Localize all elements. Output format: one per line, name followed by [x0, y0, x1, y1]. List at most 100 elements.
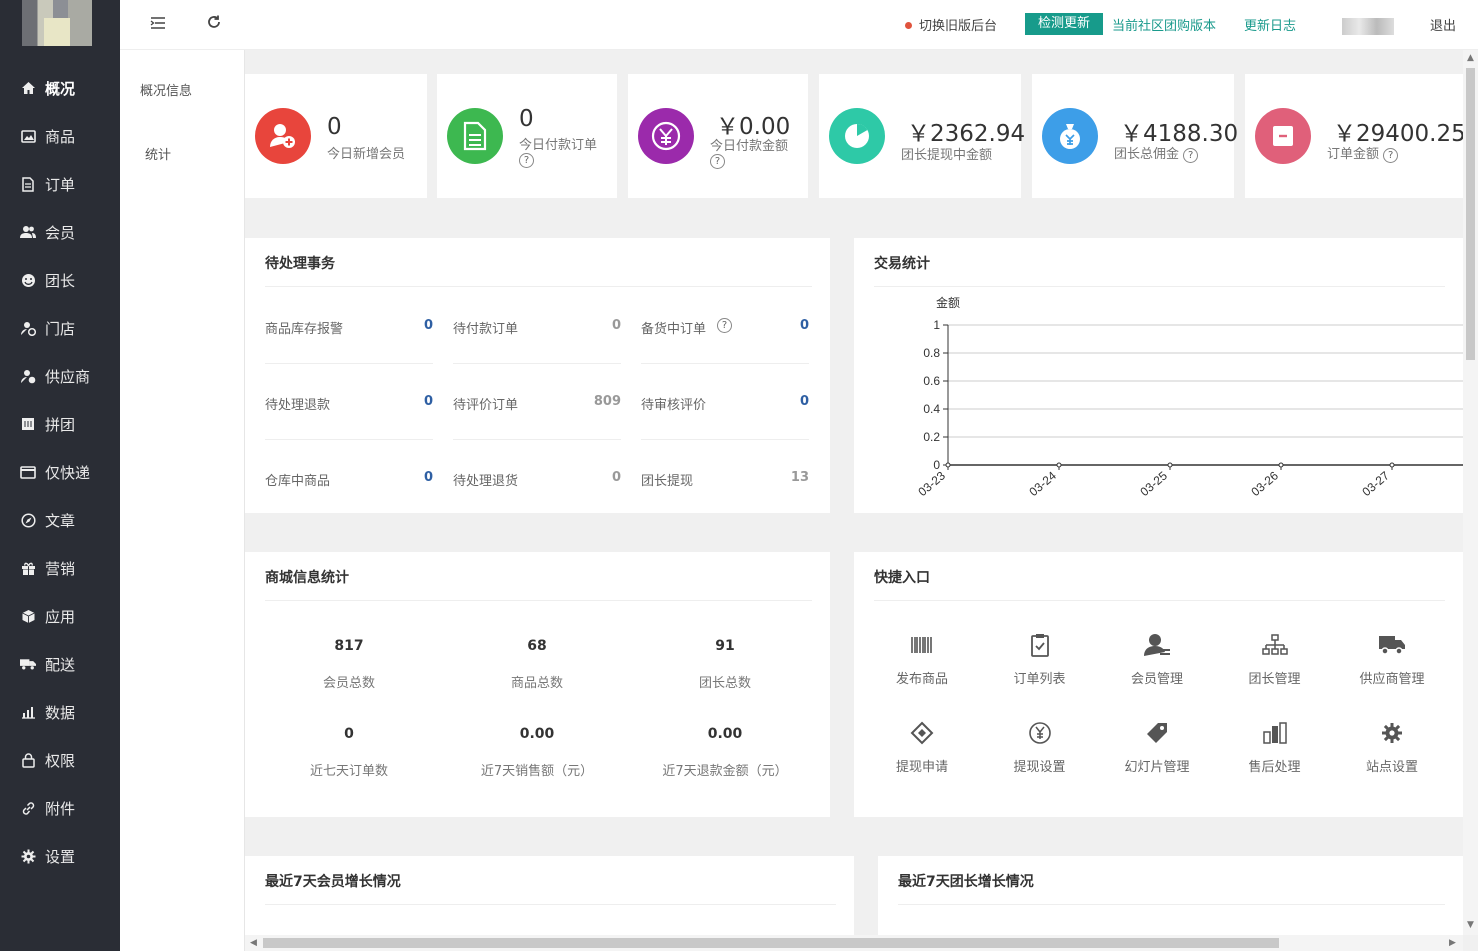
horizontal-scroll-thumb[interactable] — [263, 938, 1279, 948]
stat-card-new-members[interactable]: 0 今日新增会员 — [245, 74, 427, 198]
sidebar-item-12[interactable]: 配送 — [0, 640, 120, 688]
username-blurred — [1342, 18, 1394, 35]
scroll-left-icon[interactable]: ◀ — [250, 938, 257, 948]
sidebar-item-11[interactable]: 应用 — [0, 592, 120, 640]
panel-title: 商城信息统计 — [265, 570, 349, 586]
check-update-button[interactable]: 检测更新 — [1025, 13, 1103, 35]
todo-item[interactable]: 备货中订单? 0 — [641, 288, 809, 364]
y-tick-label: 0.4 — [923, 402, 940, 416]
cube-icon — [20, 608, 36, 624]
refresh-icon[interactable] — [206, 14, 222, 35]
stat-card-paid-amount[interactable]: ￥0.00 今日付款金额 ? — [628, 74, 808, 198]
sidebar-item-1[interactable]: 商品 — [0, 112, 120, 160]
menu-toggle-icon[interactable] — [150, 14, 166, 35]
todo-item[interactable]: 待处理退货 0 — [453, 440, 621, 516]
scroll-down-icon[interactable]: ▼ — [1467, 920, 1474, 930]
vertical-scroll-thumb[interactable] — [1466, 68, 1475, 360]
sidebar-item-9[interactable]: 文章 — [0, 496, 120, 544]
clipboard-check-icon — [981, 632, 1099, 658]
subnav-item-overview[interactable]: 概况信息 — [140, 80, 192, 99]
leader-growth-panel: 最近7天团长增长情况 — [878, 856, 1463, 936]
scroll-up-icon[interactable]: ▲ — [1467, 53, 1474, 63]
data-point — [1167, 462, 1173, 468]
info-value: 817 — [334, 638, 364, 654]
link-icon — [20, 800, 36, 816]
sidebar-item-14[interactable]: 权限 — [0, 736, 120, 784]
quick-entry-label: 售后处理 — [1248, 760, 1301, 775]
users-icon — [20, 224, 36, 240]
add-user-icon — [255, 108, 311, 164]
todo-value: 0 — [799, 318, 809, 333]
info-label: 商品总数 — [510, 676, 563, 691]
quick-entry[interactable]: 幻灯片管理 — [1098, 720, 1216, 775]
help-icon[interactable]: ? — [1383, 148, 1399, 163]
vertical-scrollbar[interactable]: ▲ ▼ — [1463, 50, 1478, 935]
compass-icon — [20, 512, 36, 528]
info-value: 68 — [527, 638, 547, 654]
sidebar-item-15[interactable]: 附件 — [0, 784, 120, 832]
stat-label: 今日新增会员 — [327, 147, 406, 162]
stat-card-commission[interactable]: ￥4188.30 团长总佣金 ? — [1032, 74, 1238, 198]
sidebar-item-4[interactable]: 团长 — [0, 256, 120, 304]
sidebar-item-10[interactable]: 营销 — [0, 544, 120, 592]
main-sidebar: 概况商品订单 会员 团长 门店 供应商 拼团 仅快递 文章 营销 应用 配送 数据 权限 附件 设置 — [0, 0, 120, 951]
sidebar-item-13[interactable]: 数据 — [0, 688, 120, 736]
x-tick-label: 03-26 — [1248, 468, 1281, 499]
info-value: 0.00 — [707, 726, 743, 742]
stat-card-paid-orders[interactable]: 0 今日付款订单 ? — [437, 74, 617, 198]
quick-entry[interactable]: 会员管理 — [1098, 632, 1216, 687]
logout-link[interactable]: 退出 — [1430, 15, 1456, 34]
help-icon[interactable]: ? — [717, 318, 732, 333]
user-manage-icon — [1098, 632, 1216, 658]
sidebar-nav: 概况商品订单 会员 团长 门店 供应商 拼团 仅快递 文章 营销 应用 配送 数据 权限 附件 设置 — [0, 64, 120, 880]
stat-card-withdrawing[interactable]: ￥2362.94 团长提现中金额 — [819, 74, 1025, 198]
quick-entry[interactable]: 提现申请 — [863, 720, 981, 775]
info-value: 0 — [344, 726, 354, 742]
truck-icon — [20, 656, 36, 672]
sidebar-item-label: 商品 — [45, 127, 76, 146]
horizontal-scrollbar[interactable]: ◀ ▶ — [245, 935, 1463, 951]
help-icon[interactable]: ? — [710, 154, 725, 169]
sidebar-item-6[interactable]: 供应商 — [0, 352, 120, 400]
todo-item[interactable]: 待付款订单 0 — [453, 288, 621, 364]
todo-label: 待处理退货 — [453, 474, 519, 489]
quick-entry[interactable]: 站点设置 — [1333, 720, 1451, 775]
quick-entry[interactable]: 提现设置 — [981, 720, 1099, 775]
help-icon[interactable]: ? — [519, 153, 534, 168]
sidebar-item-8[interactable]: 仅快递 — [0, 448, 120, 496]
quick-entry[interactable]: 供应商管理 — [1333, 632, 1451, 687]
smile-icon — [20, 272, 36, 288]
todo-item[interactable]: 待处理退款 0 — [265, 364, 433, 440]
todo-item[interactable]: 仓库中商品 0 — [265, 440, 433, 516]
stat-label: 团长总佣金 ? — [1114, 143, 1199, 163]
todo-item[interactable]: 待评价订单 809 — [453, 364, 621, 440]
stat-card-order-amount[interactable]: ￥29400.25 订单金额 ? — [1245, 74, 1466, 198]
subnav-item-stats[interactable]: 统计 — [145, 144, 171, 163]
sidebar-item-label: 概况 — [45, 79, 76, 98]
quick-entry-label: 提现申请 — [895, 760, 948, 775]
switch-old-backend-link[interactable]: 切换旧版后台 — [905, 15, 997, 34]
todo-label: 待付款订单 — [453, 322, 519, 337]
quick-entry[interactable]: 订单列表 — [981, 632, 1099, 687]
sidebar-item-2[interactable]: 订单 — [0, 160, 120, 208]
todo-item[interactable]: 待审核评价 0 — [641, 364, 809, 440]
sidebar-item-5[interactable]: 门店 — [0, 304, 120, 352]
quick-entry[interactable]: 团长管理 — [1216, 632, 1334, 687]
quick-entry[interactable]: 售后处理 — [1216, 720, 1334, 775]
scroll-right-icon[interactable]: ▶ — [1449, 938, 1456, 948]
logo — [22, 0, 92, 46]
image-icon — [20, 128, 36, 144]
changelog-link[interactable]: 更新日志 — [1244, 15, 1296, 34]
sidebar-item-0[interactable]: 概况 — [0, 64, 120, 112]
sidebar-item-3[interactable]: 会员 — [0, 208, 120, 256]
quick-entry[interactable]: 发布商品 — [863, 632, 981, 687]
sidebar-item-16[interactable]: 设置 — [0, 832, 120, 880]
y-tick-label: 0.2 — [923, 430, 940, 444]
todo-item[interactable]: 团长提现 13 — [641, 440, 809, 516]
current-version-link[interactable]: 当前社区团购版本 — [1112, 15, 1216, 34]
mall-info-panel: 商城信息统计 817 会员总数 68 商品总数 91 团长总数 0 近七天订单数 0.00 近7天… — [245, 552, 830, 817]
todo-value: 0 — [799, 394, 809, 409]
sidebar-item-7[interactable]: 拼团 — [0, 400, 120, 448]
todo-item[interactable]: 商品库存报警 0 — [265, 288, 433, 364]
help-icon[interactable]: ? — [1183, 148, 1199, 163]
